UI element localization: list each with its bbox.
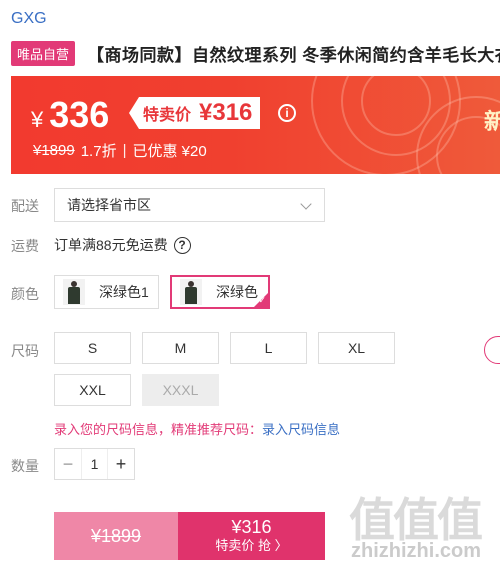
- quantity-stepper: − 1 +: [54, 448, 135, 480]
- shipping-info: 订单满88元免运费 ?: [54, 235, 191, 255]
- size-label: 尺码: [11, 343, 39, 359]
- size-option-xxl[interactable]: XXL: [54, 374, 131, 406]
- color-option-dark-green-1[interactable]: 深绿色1: [54, 275, 159, 309]
- quantity-value[interactable]: 1: [81, 449, 108, 479]
- help-icon[interactable]: ?: [173, 236, 191, 254]
- buy-original-price[interactable]: ¥1899: [54, 512, 178, 560]
- current-price: ¥ 336: [31, 94, 109, 136]
- shipping-text: 订单满88元免运费: [54, 237, 168, 253]
- size-hint-text: 录入您的尺码信息，精准推荐尺码：: [54, 422, 263, 437]
- delivery-label: 配送: [11, 198, 39, 214]
- buy-action-label: 特卖价 抢 〉: [215, 538, 288, 553]
- site-watermark: 值值值 zhizhizhi.com: [349, 484, 500, 569]
- color-option-label: 深绿色: [216, 284, 258, 300]
- saved-amount: 已优惠 ¥20: [132, 143, 207, 160]
- shipping-label: 运费: [11, 238, 39, 254]
- buy-price: ¥316: [231, 517, 272, 537]
- quantity-label: 数量: [11, 458, 39, 474]
- decrement-button[interactable]: −: [55, 449, 81, 479]
- price-separator: |: [122, 142, 127, 159]
- special-price-body: 特卖价 ¥316: [139, 97, 261, 129]
- size-option-l[interactable]: L: [230, 332, 307, 364]
- chevron-down-icon: [300, 198, 312, 210]
- price-details: ¥1899 1.7折 | 已优惠 ¥20: [33, 140, 207, 161]
- special-price-tag: 特卖价 ¥316: [129, 97, 261, 129]
- self-operated-badge: 唯品自营: [11, 40, 76, 66]
- product-title-row: 唯品自营 【商场同款】自然纹理系列 冬季休闲简约含羊毛长大衣: [11, 40, 500, 66]
- brand-name[interactable]: GXG: [11, 10, 47, 28]
- special-price-value: ¥316: [199, 99, 253, 126]
- size-info-link[interactable]: 录入尺码信息: [262, 422, 340, 437]
- product-thumbnail: [63, 279, 85, 305]
- tag-notch: [129, 97, 139, 129]
- size-option-xl[interactable]: XL: [318, 332, 395, 364]
- info-icon[interactable]: i: [278, 104, 296, 122]
- color-option-label: 深绿色1: [99, 284, 149, 300]
- price-banner: 新 ¥ 336 特卖价 ¥316 i ¥1899 1.7折 | 已优惠 ¥20: [11, 76, 500, 174]
- check-icon: ✓: [258, 295, 266, 305]
- buy-bar: ¥1899 ¥316 特卖价 抢 〉: [54, 512, 325, 560]
- side-toggle[interactable]: [484, 336, 500, 364]
- region-select-placeholder: 请选择省市区: [67, 197, 151, 213]
- special-price-label: 特卖价: [143, 107, 192, 124]
- color-option-dark-green[interactable]: 深绿色 ✓: [170, 275, 270, 309]
- watermark-url: zhizhizhi.com: [351, 540, 481, 562]
- banner-corner-text: 新: [483, 109, 500, 134]
- size-hint: 录入您的尺码信息，精准推荐尺码：录入尺码信息: [54, 419, 340, 438]
- currency-symbol: ¥: [31, 107, 44, 132]
- size-option-xxxl: XXXL: [142, 374, 219, 406]
- size-option-m[interactable]: M: [142, 332, 219, 364]
- current-price-value: 336: [49, 94, 110, 135]
- color-label: 颜色: [11, 286, 39, 302]
- increment-button[interactable]: +: [108, 449, 134, 479]
- region-select[interactable]: 请选择省市区: [54, 188, 325, 222]
- buy-now-button[interactable]: ¥316 特卖价 抢 〉: [178, 512, 325, 560]
- discount-rate: 1.7折: [80, 143, 117, 160]
- product-thumbnail: [180, 279, 202, 305]
- product-title: 【商场同款】自然纹理系列 冬季休闲简约含羊毛长大衣: [87, 45, 500, 65]
- size-option-s[interactable]: S: [54, 332, 131, 364]
- original-price: ¥1899: [33, 142, 75, 159]
